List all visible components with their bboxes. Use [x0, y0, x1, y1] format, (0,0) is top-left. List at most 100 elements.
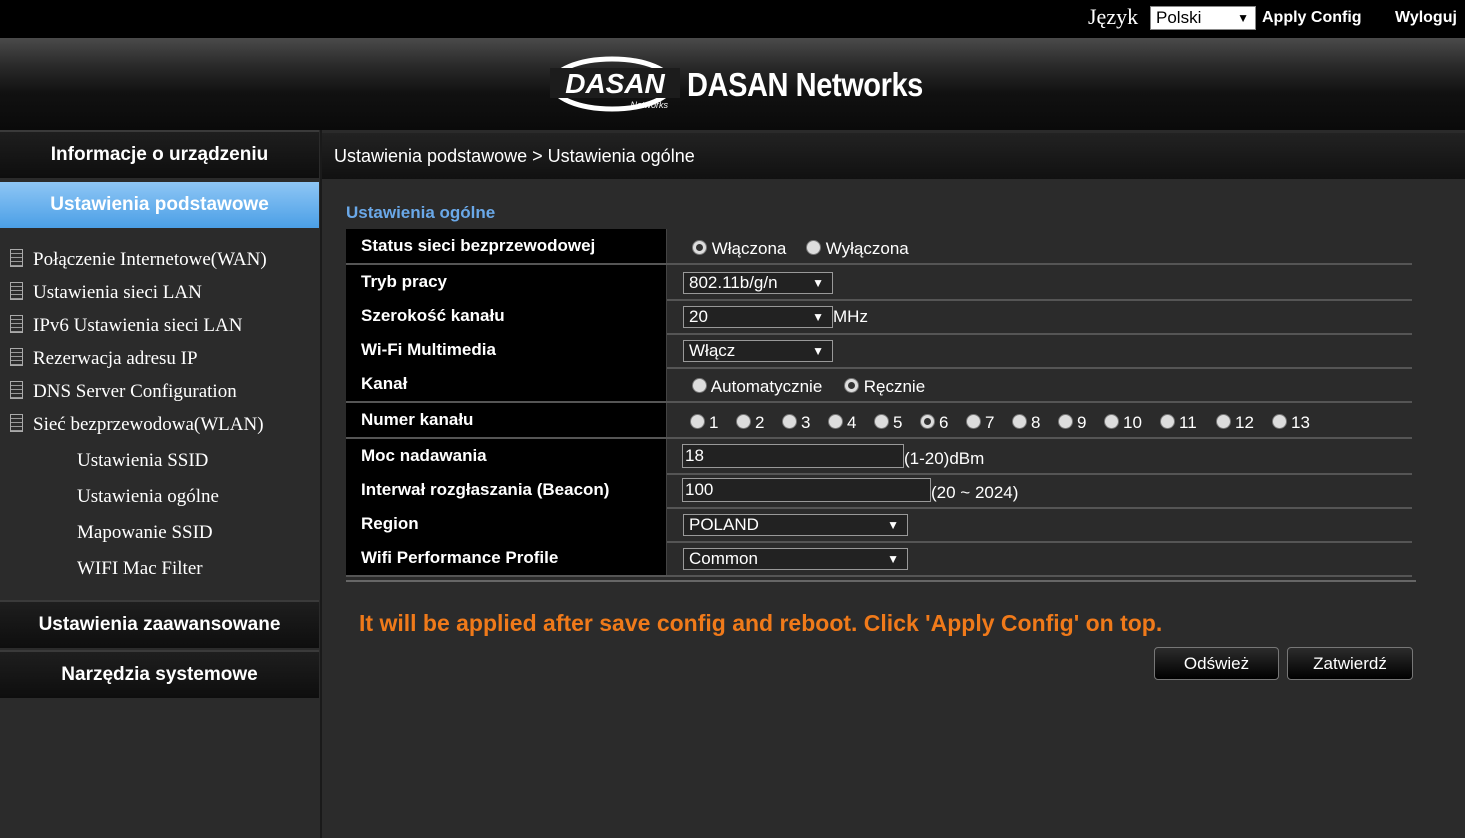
profile-select[interactable]: Common ▼: [683, 548, 908, 570]
channel-option-7[interactable]: 7: [966, 413, 994, 433]
radio-channel-1[interactable]: [690, 414, 705, 429]
menu-advanced-settings[interactable]: Ustawienia zaawansowane: [0, 600, 319, 648]
channel-option-label: 13: [1291, 413, 1310, 432]
channel-option-label: 4: [847, 413, 857, 432]
radio-channel-auto[interactable]: [692, 378, 707, 393]
document-icon: [10, 348, 23, 366]
radio-channel-manual-label: Ręcznie: [863, 377, 926, 396]
row-wireless-status: Status sieci bezprzewodowej Włączona Wył…: [346, 229, 1412, 265]
radio-channel-7[interactable]: [966, 414, 981, 429]
channel-option-2[interactable]: 2: [736, 413, 764, 433]
submit-button[interactable]: Zatwierdź: [1287, 647, 1413, 680]
row-region: Region POLAND ▼: [346, 507, 1412, 543]
channel-option-1[interactable]: 1: [690, 413, 718, 433]
channel-option-13[interactable]: 13: [1272, 413, 1310, 433]
menu-basic-settings[interactable]: Ustawienia podstawowe: [0, 182, 319, 228]
sidebar-item-wlan[interactable]: Sieć bezprzewodowa(WLAN): [10, 414, 264, 436]
channel-option-5[interactable]: 5: [874, 413, 902, 433]
channel-option-8[interactable]: 8: [1012, 413, 1040, 433]
radio-channel-9[interactable]: [1058, 414, 1073, 429]
sidebar-subitem-general-settings[interactable]: Ustawienia ogólne: [77, 486, 219, 508]
mode-select[interactable]: 802.11b/g/n ▼: [683, 272, 833, 294]
document-icon: [10, 249, 23, 267]
apply-config-link[interactable]: Apply Config: [1262, 9, 1362, 27]
logout-link[interactable]: Wyloguj: [1395, 9, 1457, 27]
radio-channel-12[interactable]: [1216, 414, 1231, 429]
breadcrumb: Ustawienia podstawowe > Ustawienia ogóln…: [322, 133, 1465, 179]
brand-title: DASAN Networks: [687, 66, 923, 103]
channel-number-radios: 1 2 3 4 5 6 7 8 9 10 11 12 13: [668, 403, 1412, 437]
radio-wireless-on[interactable]: [692, 240, 707, 255]
radio-channel-4[interactable]: [828, 414, 843, 429]
label-tx-power: Moc nadawania: [346, 439, 667, 473]
wmm-select[interactable]: Włącz ▼: [683, 340, 833, 362]
chevron-down-icon: ▼: [887, 518, 899, 532]
sidebar-subitem-ssid-mapping[interactable]: Mapowanie SSID: [77, 522, 213, 544]
radio-channel-auto-group[interactable]: Automatycznie: [692, 377, 822, 397]
channel-option-label: 6: [939, 413, 949, 432]
refresh-button[interactable]: Odśwież: [1154, 647, 1279, 680]
sidebar-subitem-mac-filter[interactable]: WIFI Mac Filter: [77, 558, 203, 580]
top-bar: Język Polski ▼ Apply Config Wyloguj: [0, 0, 1465, 38]
menu-device-info[interactable]: Informacje o urządzeniu: [0, 130, 319, 178]
radio-wireless-off[interactable]: [806, 240, 821, 255]
radio-wireless-off-group[interactable]: Wyłączona: [806, 239, 909, 259]
section-title: Ustawienia ogólne: [346, 203, 496, 222]
tx-power-hint: (1-20)dBm: [904, 449, 985, 468]
channel-option-label: 12: [1235, 413, 1254, 432]
language-select[interactable]: Polski ▼: [1150, 6, 1256, 30]
channel-option-9[interactable]: 9: [1058, 413, 1086, 433]
apply-notice: It will be applied after save config and…: [359, 610, 1163, 636]
sidebar-item-wan[interactable]: Połączenie Internetowe(WAN): [10, 249, 267, 271]
radio-channel-10[interactable]: [1104, 414, 1119, 429]
radio-channel-13[interactable]: [1272, 414, 1287, 429]
radio-channel-manual-group[interactable]: Ręcznie: [844, 377, 925, 397]
radio-wireless-on-label: Włączona: [711, 239, 787, 258]
tx-power-input[interactable]: 18: [682, 444, 904, 468]
sidebar: Informacje o urządzeniu Ustawienia podst…: [0, 130, 322, 838]
radio-channel-6[interactable]: [920, 414, 935, 429]
header: DASAN Networks DASAN Networks: [0, 38, 1465, 130]
radio-channel-8[interactable]: [1012, 414, 1027, 429]
row-channel-width: Szerokość kanału 20 ▼ MHz: [346, 299, 1412, 335]
channel-width-select[interactable]: 20 ▼: [683, 306, 833, 328]
row-mode: Tryb pracy 802.11b/g/n ▼: [346, 265, 1412, 301]
radio-channel-5[interactable]: [874, 414, 889, 429]
label-channel-width: Szerokość kanału: [346, 299, 667, 333]
menu-system-tools[interactable]: Narzędzia systemowe: [0, 650, 319, 698]
channel-option-label: 3: [801, 413, 811, 432]
sidebar-item-dns[interactable]: DNS Server Configuration: [10, 381, 237, 403]
sidebar-subitem-ssid-settings[interactable]: Ustawienia SSID: [77, 450, 208, 472]
radio-channel-manual[interactable]: [844, 378, 859, 393]
row-channel-number: Numer kanału 1 2 3 4 5 6 7 8 9 10 11 12 13: [346, 403, 1412, 439]
channel-option-12[interactable]: 12: [1216, 413, 1254, 433]
channel-option-6[interactable]: 6: [920, 413, 948, 433]
language-selected-value: Polski: [1156, 8, 1202, 27]
radio-channel-11[interactable]: [1160, 414, 1175, 429]
radio-channel-3[interactable]: [782, 414, 797, 429]
beacon-input[interactable]: 100: [682, 478, 931, 502]
chevron-down-icon: ▼: [812, 310, 824, 324]
channel-option-label: 8: [1031, 413, 1041, 432]
channel-option-label: 7: [985, 413, 995, 432]
channel-option-4[interactable]: 4: [828, 413, 856, 433]
document-icon: [10, 381, 23, 399]
channel-option-11[interactable]: 11: [1160, 413, 1197, 433]
channel-option-10[interactable]: 10: [1104, 413, 1142, 433]
label-wmm: Wi-Fi Multimedia: [346, 333, 667, 367]
label-profile: Wifi Performance Profile: [346, 541, 667, 575]
row-wmm: Wi-Fi Multimedia Włącz ▼: [346, 333, 1412, 369]
sidebar-item-ipv6-lan[interactable]: IPv6 Ustawienia sieci LAN: [10, 315, 242, 337]
radio-wireless-on-group[interactable]: Włączona: [692, 239, 786, 259]
region-select[interactable]: POLAND ▼: [683, 514, 908, 536]
sidebar-item-lan[interactable]: Ustawienia sieci LAN: [10, 282, 202, 304]
label-region: Region: [346, 507, 667, 541]
channel-option-label: 11: [1179, 413, 1197, 432]
language-label: Język: [1088, 4, 1139, 29]
label-mode: Tryb pracy: [346, 265, 667, 299]
radio-channel-2[interactable]: [736, 414, 751, 429]
channel-option-label: 9: [1077, 413, 1087, 432]
channel-option-3[interactable]: 3: [782, 413, 810, 433]
channel-option-label: 2: [755, 413, 765, 432]
sidebar-item-ip-reservation[interactable]: Rezerwacja adresu IP: [10, 348, 198, 370]
